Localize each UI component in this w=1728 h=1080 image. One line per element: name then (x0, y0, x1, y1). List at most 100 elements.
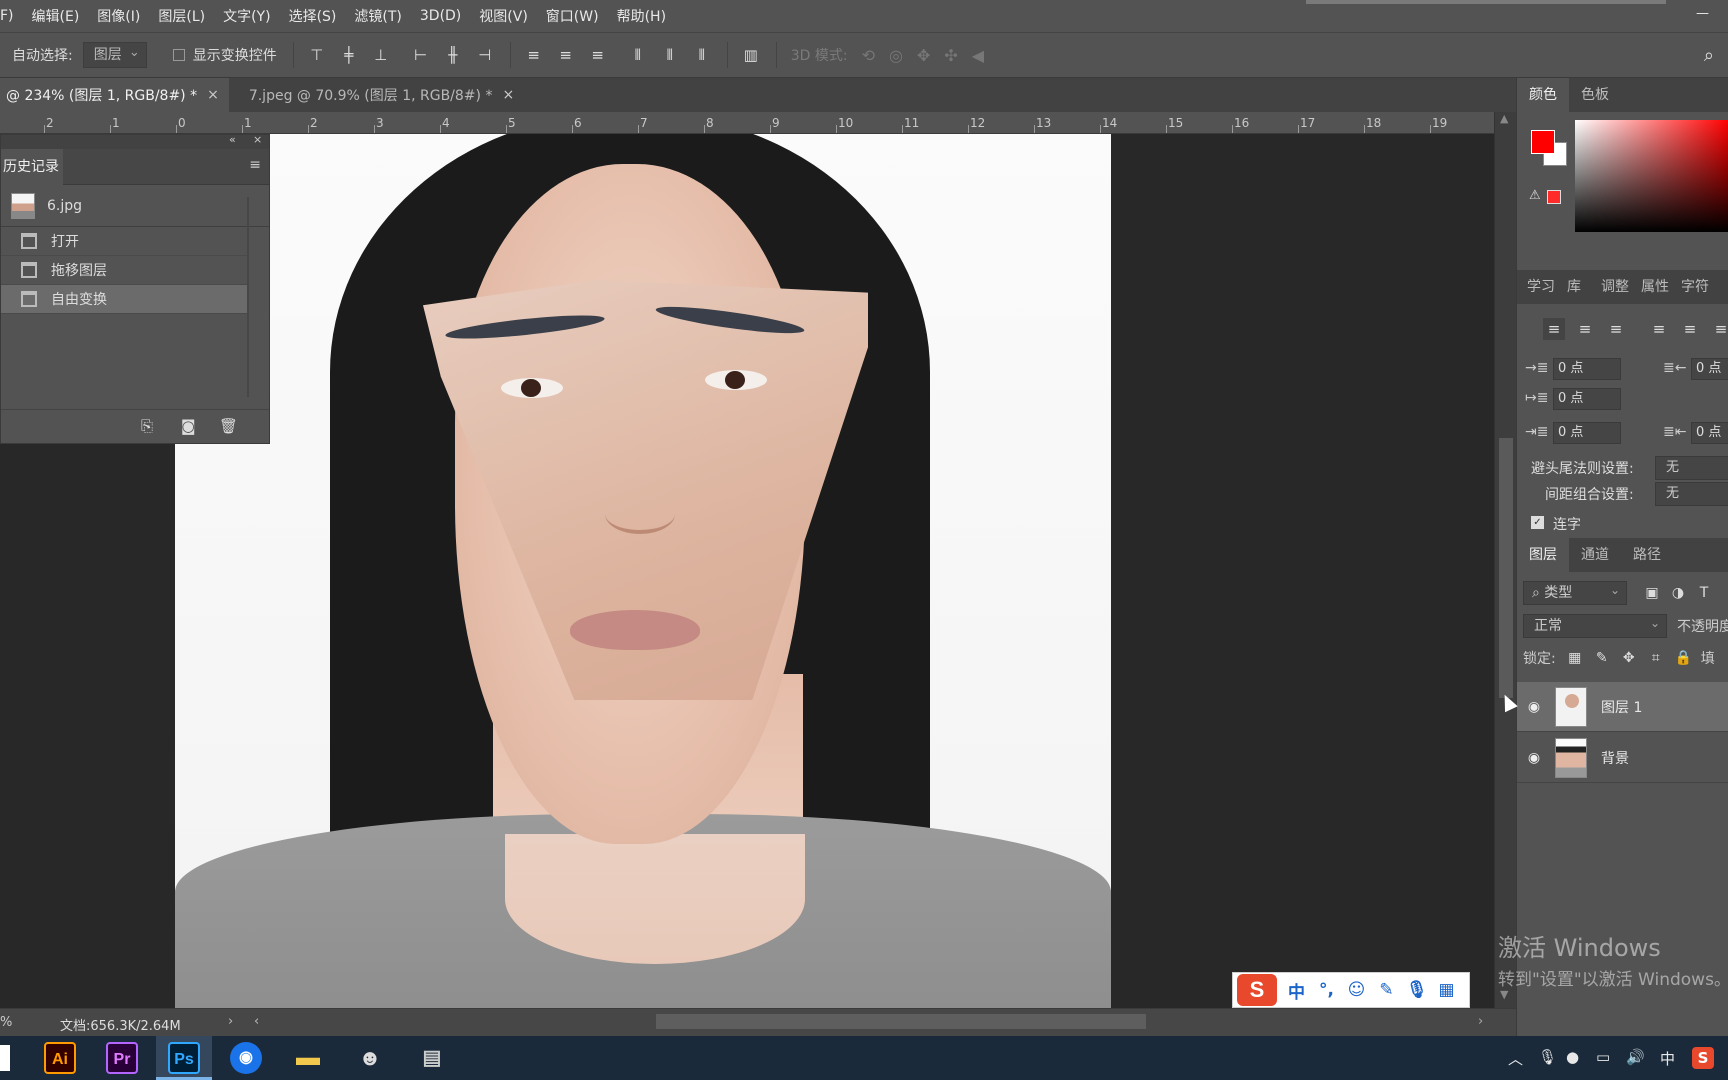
visibility-eye-icon[interactable]: ◉ (1517, 750, 1551, 766)
tray-volume-icon[interactable]: 🔊 (1626, 1048, 1645, 1066)
vertical-scrollbar[interactable]: ▲ ▼ (1494, 112, 1516, 1008)
3d-roll-icon[interactable]: ◎ (889, 46, 903, 65)
close-icon[interactable]: × (253, 133, 262, 146)
lock-position-icon[interactable]: ✥ (1621, 650, 1637, 666)
distribute-hcenter-icon[interactable]: ⫴ (661, 46, 679, 64)
ime-handwrite-icon[interactable]: ✎ (1376, 980, 1397, 1000)
minimize-button[interactable]: — (1696, 6, 1718, 24)
menu-select[interactable]: 选择(S) (280, 6, 346, 26)
zoom-readout[interactable]: % (0, 1015, 12, 1030)
3d-orbit-icon[interactable]: ⟲ (862, 46, 875, 65)
tab-learn[interactable]: 学习 (1517, 270, 1561, 304)
capture-app-icon[interactable]: ▤ (416, 1042, 448, 1074)
tab-document-active[interactable]: @ 234% (图层 1, RGB/8#) * × (0, 78, 229, 112)
foreground-color-swatch[interactable] (1531, 130, 1555, 154)
ime-language-toggle[interactable]: 中 (1286, 978, 1307, 1003)
ime-punctuation-toggle[interactable]: °, (1316, 980, 1337, 1000)
tab-layers[interactable]: 图层 (1517, 538, 1569, 572)
indent-right-field[interactable]: 0 点 (1691, 358, 1728, 380)
auto-align-icon[interactable]: ▥ (742, 46, 760, 64)
3d-scale-icon[interactable]: ◀ (972, 46, 984, 65)
horizontal-scroll-thumb[interactable] (656, 1014, 1146, 1029)
align-text-right-icon[interactable]: ≡ (1605, 318, 1627, 340)
tab-paths[interactable]: 路径 (1621, 538, 1673, 572)
tab-character[interactable]: 字符 (1675, 270, 1715, 304)
align-top-icon[interactable]: ⊤ (308, 46, 326, 64)
distribute-bottom-icon[interactable]: ≡ (589, 46, 607, 64)
scroll-up-icon[interactable]: ▲ (1500, 112, 1508, 125)
photoshop-app-icon[interactable]: Ps (168, 1042, 200, 1074)
history-title[interactable]: 历史记录 (1, 149, 63, 185)
layer-row[interactable]: ◉ 背景 (1517, 733, 1728, 783)
layer-kind-filter-dropdown[interactable]: ⌕ 类型 (1523, 579, 1627, 605)
search-icon[interactable]: ⌕ (1704, 45, 1714, 66)
align-text-center-icon[interactable]: ≡ (1574, 318, 1596, 340)
3d-slide-icon[interactable]: ✣ (944, 46, 957, 65)
close-icon[interactable]: × (502, 87, 514, 103)
tab-channels[interactable]: 通道 (1569, 538, 1621, 572)
menu-help[interactable]: 帮助(H) (608, 6, 675, 26)
visibility-eye-icon[interactable]: ◉ (1517, 699, 1551, 715)
start-button[interactable] (0, 1045, 10, 1071)
filter-adjustment-icon[interactable]: ◑ (1667, 585, 1689, 601)
history-state[interactable]: 打开 (1, 227, 249, 256)
distribute-top-icon[interactable]: ≡ (525, 46, 543, 64)
lock-paint-icon[interactable]: ✎ (1594, 650, 1610, 666)
layer-name[interactable]: 图层 1 (1601, 697, 1642, 717)
justify-last-right-icon[interactable]: ≡ (1710, 318, 1728, 340)
tray-expand-icon[interactable]: ︿ (1508, 1048, 1523, 1069)
premiere-app-icon[interactable]: Pr (106, 1042, 138, 1074)
menu-window[interactable]: 窗口(W) (537, 6, 608, 26)
tray-network-icon[interactable]: ▭ (1596, 1048, 1610, 1066)
ime-logo[interactable]: S (1237, 974, 1277, 1006)
color-picker-field[interactable] (1575, 120, 1728, 232)
layer-name[interactable]: 背景 (1601, 748, 1629, 768)
tray-sogou-icon[interactable]: S (1692, 1047, 1714, 1069)
auto-select-dropdown[interactable]: 图层 (82, 41, 147, 68)
3d-pan-icon[interactable]: ✥ (917, 46, 930, 65)
document-canvas[interactable] (175, 134, 1111, 1008)
menu-filter[interactable]: 滤镜(T) (345, 6, 410, 26)
history-state[interactable]: 拖移图层 (1, 256, 249, 285)
align-vcenter-icon[interactable]: ╪ (340, 46, 358, 64)
menu-edit[interactable]: 编辑(E) (23, 6, 89, 26)
justify-last-center-icon[interactable]: ≡ (1679, 318, 1701, 340)
scroll-right-arrow[interactable]: › (1478, 1014, 1483, 1029)
history-scrollbar[interactable] (247, 197, 249, 397)
qq-app-icon[interactable]: ☻ (354, 1042, 386, 1074)
lock-all-icon[interactable]: 🔒 (1675, 650, 1692, 666)
align-left-icon[interactable]: ⊢ (412, 46, 430, 64)
tray-mic-icon[interactable]: 🎙 (1538, 1048, 1557, 1066)
tray-ime-indicator[interactable]: 中 (1660, 1048, 1675, 1069)
history-snapshot[interactable]: 6.jpg (1, 185, 269, 227)
menu-3d[interactable]: 3D(D) (411, 8, 470, 24)
kinsoku-dropdown[interactable]: 无 (1655, 456, 1728, 480)
document-info[interactable]: 文档:656.3K/2.64M (60, 1015, 181, 1034)
file-explorer-icon[interactable]: ▬ (292, 1042, 324, 1074)
history-state-selected[interactable]: 自由变换 (1, 285, 249, 314)
trash-icon[interactable]: 🗑 (219, 417, 238, 435)
justify-last-left-icon[interactable]: ≡ (1648, 318, 1670, 340)
distribute-vcenter-icon[interactable]: ≡ (557, 46, 575, 64)
align-bottom-icon[interactable]: ⊥ (372, 46, 390, 64)
lock-artboard-icon[interactable]: ⌗ (1648, 650, 1664, 666)
space-before-field[interactable]: 0 点 (1553, 422, 1621, 444)
illustrator-app-icon[interactable]: Ai (44, 1042, 76, 1074)
browser-app-icon[interactable]: ◉ (230, 1042, 262, 1074)
ime-emoji-icon[interactable]: ☺ (1346, 980, 1367, 1000)
menu-image[interactable]: 图像(I) (88, 6, 149, 26)
camera-icon[interactable]: ◙ (181, 417, 196, 435)
gamut-color-swatch[interactable] (1547, 190, 1561, 204)
close-icon[interactable]: × (207, 87, 219, 103)
indent-left-field[interactable]: 0 点 (1553, 358, 1621, 380)
scroll-left-arrow[interactable]: ‹ (254, 1014, 259, 1029)
tab-swatches[interactable]: 色板 (1569, 78, 1621, 112)
ime-voice-icon[interactable]: 🎙 (1406, 980, 1428, 1000)
tab-properties[interactable]: 属性 (1635, 270, 1675, 304)
lock-transparency-icon[interactable]: ▦ (1567, 650, 1583, 666)
tab-document-7jpeg[interactable]: 7.jpeg @ 70.9% (图层 1, RGB/8#) * × (229, 78, 524, 112)
tab-adjustments[interactable]: 调整 (1595, 270, 1635, 304)
collapse-icon[interactable]: « (229, 133, 236, 146)
layer-row-selected[interactable]: ◉ 图层 1 (1517, 682, 1728, 732)
ime-toolbox-icon[interactable]: ▦ (1436, 980, 1457, 1000)
